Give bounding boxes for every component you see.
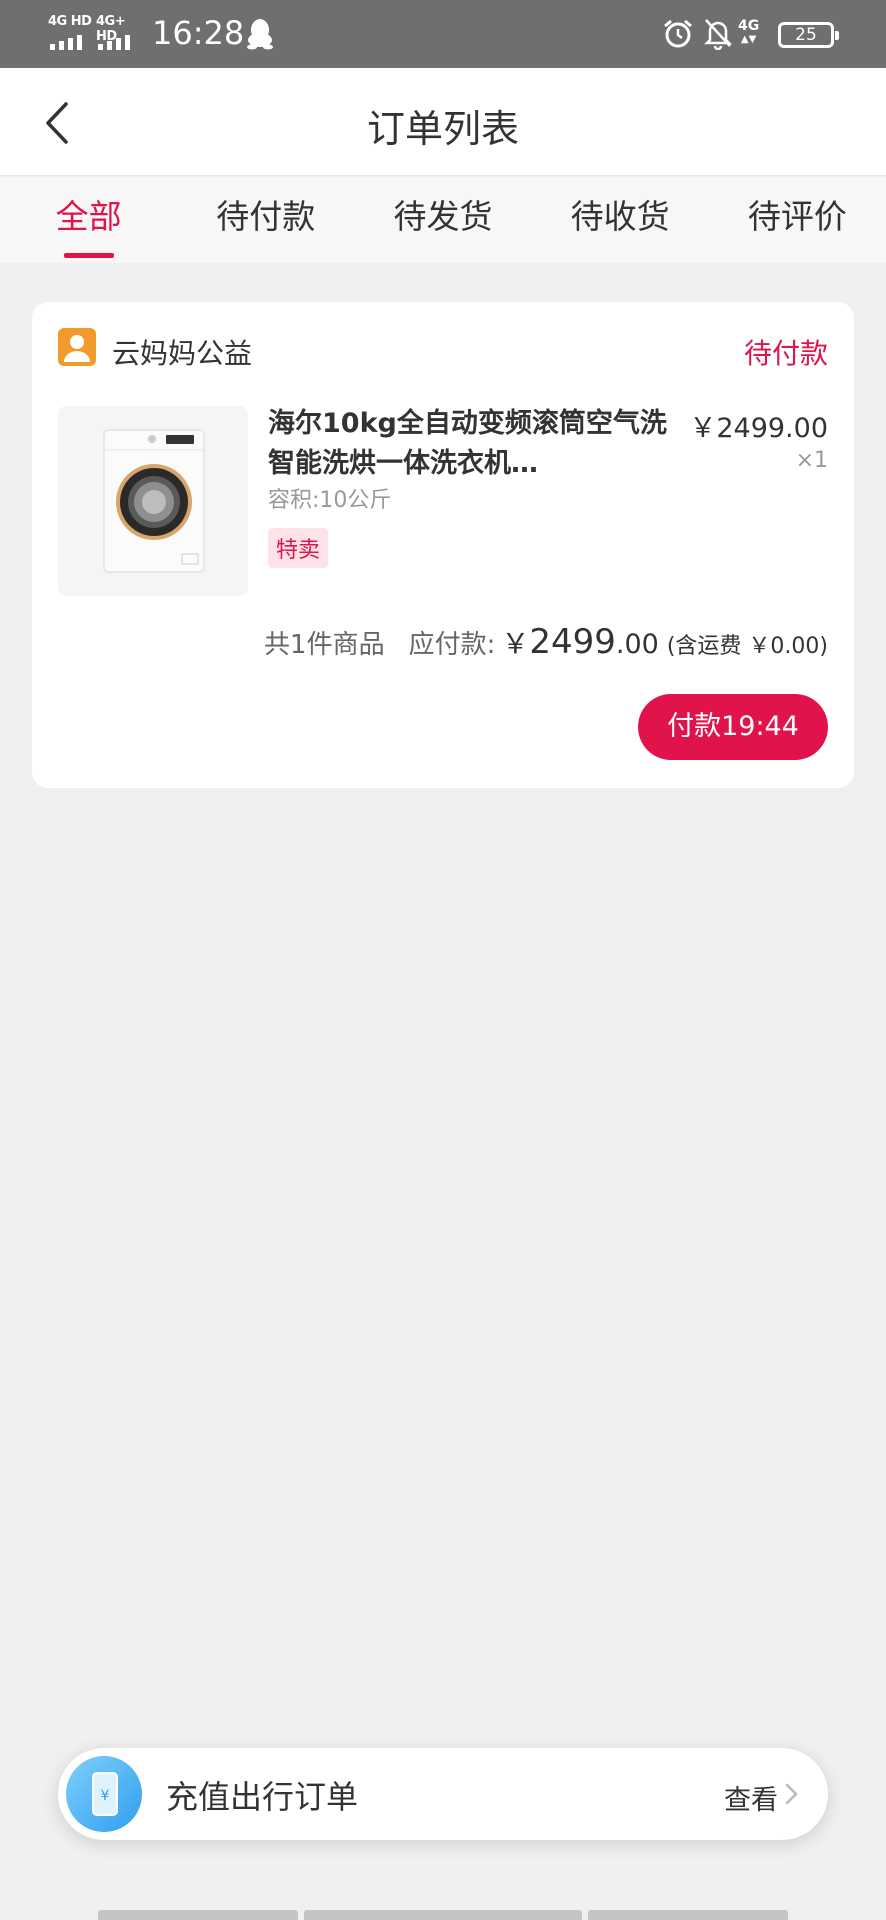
order-summary: 共1件商品 应付款: ￥ 2499 .00 (含运费 ￥0.00) [264,622,828,662]
shipping-note: (含运费 ￥0.00) [666,634,828,659]
product-title[interactable]: 海尔10kg全自动变频滚筒空气洗智能洗烘一体洗衣机… [268,404,668,484]
tab-all[interactable]: 全部 [0,177,177,263]
tab-pending-payment[interactable]: 待付款 [177,177,354,263]
tab-pending-review[interactable]: 待评价 [709,177,886,263]
chevron-right-icon[interactable] [784,1782,800,1806]
signal-sim1-icon: 4G HD [48,14,92,50]
sale-badge: 特卖 [268,528,329,568]
battery-icon: 25 [778,22,839,48]
recharge-travel-banner[interactable]: ¥ 充值出行订单 查看 [58,1748,828,1840]
tab-pending-receipt[interactable]: 待收货 [532,177,709,263]
sim1-label: 4G HD [48,14,92,29]
status-time: 16:28 [152,14,245,52]
payable-amount-integer: 2499 [529,622,616,662]
currency-symbol: ￥ [501,627,530,660]
battery-level: 25 [795,25,817,45]
order-card[interactable]: 云妈妈公益 待付款 海尔10kg全自动变频滚筒空气洗智能洗烘一体洗衣机… 容积:… [32,302,854,788]
shop-name[interactable]: 云妈妈公益 [112,332,252,372]
product-price: ￥2499.00 [689,413,828,444]
bottom-indicator-bars [0,1910,886,1920]
product-image[interactable] [58,406,248,596]
mobile-data-icon: 4G ▲▼ [738,18,760,45]
network-label: 4G [738,18,760,34]
nav-bar: 订单列表 [0,68,886,176]
tab-active-indicator [63,253,114,258]
washing-machine-icon [103,429,205,573]
tab-label: 待收货 [570,197,670,236]
order-tabs: 全部 待付款 待发货 待收货 待评价 [0,177,886,263]
tab-pending-shipment[interactable]: 待发货 [354,177,531,263]
svg-text:¥: ¥ [101,1788,110,1804]
status-bar: 4G HD 4G+ HD 16:28 4G ▲▼ 25 [0,0,886,68]
tab-label: 待发货 [393,197,493,236]
shop-avatar-icon [58,328,96,366]
screen: 4G HD 4G+ HD 16:28 4G ▲▼ 25 订单列表 全部 待付款 … [0,0,886,1920]
product-quantity: ×1 [795,448,828,473]
payable-amount-decimal: .00 [615,629,659,660]
banner-view-link[interactable]: 查看 [724,1778,778,1817]
tab-label: 待付款 [216,197,316,236]
page-title: 订单列表 [366,107,519,151]
payable-label: 应付款: [408,630,496,660]
tab-label: 全部 [55,197,122,236]
banner-text: 充值出行订单 [166,1778,359,1816]
qq-penguin-icon [247,19,273,50]
bell-muted-icon [703,19,733,50]
item-count: 共1件商品 [264,630,385,660]
alarm-clock-icon [664,19,692,48]
pay-button[interactable]: 付款19:44 [638,694,828,760]
signal-sim2-icon: 4G+ HD [96,14,140,50]
order-status: 待付款 [743,337,828,370]
tab-label: 待评价 [747,197,847,236]
phone-yuan-icon: ¥ [66,1756,142,1832]
product-spec: 容积:10公斤 [268,488,392,513]
